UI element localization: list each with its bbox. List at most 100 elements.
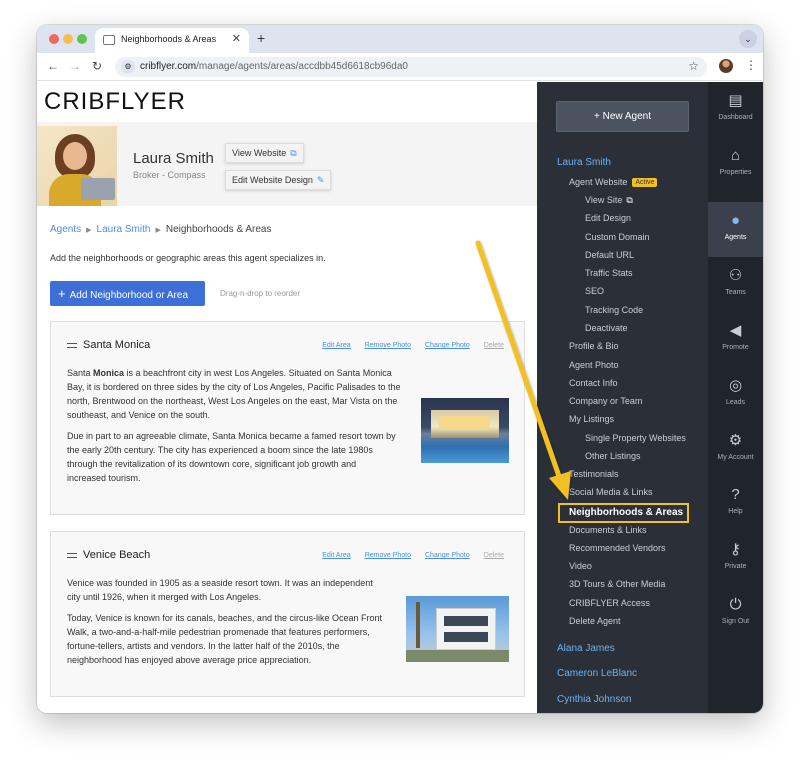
- breadcrumb-agents-link[interactable]: Agents: [50, 224, 81, 235]
- sidebar-item-company-team[interactable]: Company or Team: [569, 396, 642, 406]
- new-tab-button[interactable]: +: [257, 30, 265, 46]
- new-agent-button[interactable]: + New Agent: [556, 101, 689, 132]
- close-window-button[interactable]: [49, 34, 59, 44]
- browser-menu-icon[interactable]: ⋮: [745, 58, 757, 72]
- breadcrumb-agent-link[interactable]: Laura Smith: [97, 224, 151, 235]
- sidebar-item-single-property-websites[interactable]: Single Property Websites: [585, 433, 686, 443]
- sidebar-item-delete-agent[interactable]: Delete Agent: [569, 616, 621, 626]
- bookmark-star-icon[interactable]: ☆: [688, 59, 699, 73]
- sidebar-item-tracking-code[interactable]: Tracking Code: [585, 305, 643, 315]
- tab-title: Neighborhoods & Areas: [121, 34, 217, 44]
- sidebar-item-custom-domain[interactable]: Custom Domain: [585, 232, 650, 242]
- external-link-icon: ⧉: [626, 195, 633, 205]
- back-icon[interactable]: ←: [47, 59, 59, 73]
- active-badge: Active: [632, 178, 658, 187]
- area-card-venice-beach[interactable]: Venice Beach Edit Area Remove Photo Change…: [50, 531, 525, 697]
- change-photo-link[interactable]: Change Photo: [425, 342, 470, 349]
- main-content: CRIBFLYER Laura Smith Broker - Compass V…: [37, 82, 537, 713]
- rail-dashboard[interactable]: ▤ Dashboard: [708, 82, 763, 137]
- drag-handle-icon[interactable]: [67, 553, 77, 558]
- tab-search-button[interactable]: ⌄: [739, 30, 757, 48]
- sidebar-item-other-listings[interactable]: Other Listings: [585, 451, 641, 461]
- area-description: Santa Monica is a beachfront city in wes…: [67, 368, 401, 483]
- site-info-icon[interactable]: ⚙: [121, 60, 135, 74]
- address-bar: ← → ↻ ⚙ cribflyer.com/manage/agents/area…: [37, 53, 763, 81]
- sidebar-item-default-url[interactable]: Default URL: [585, 250, 634, 260]
- agent-name: Laura Smith: [133, 150, 214, 167]
- icon-rail: ▤ Dashboard ⌂ Properties ● Agents ⚇ Teams ◀ P…: [708, 82, 763, 713]
- sidebar-item-social-media[interactable]: Social Media & Links: [569, 487, 653, 497]
- edit-area-link[interactable]: Edit Area: [322, 552, 350, 559]
- properties-icon: ⌂: [730, 147, 741, 164]
- target-icon: ◎: [728, 377, 743, 394]
- sidebar-item-testimonials[interactable]: Testimonials: [569, 469, 619, 479]
- sidebar-agent-alana-james[interactable]: Alana James: [557, 643, 615, 654]
- sidebar-item-3d-tours[interactable]: 3D Tours & Other Media: [569, 579, 665, 589]
- forward-icon[interactable]: →: [69, 59, 81, 73]
- sidebar-item-contact-info[interactable]: Contact Info: [569, 378, 618, 388]
- sidebar-item-seo[interactable]: SEO: [585, 286, 604, 296]
- rail-help[interactable]: ? Help: [708, 476, 763, 531]
- delete-area-link[interactable]: Delete: [484, 552, 504, 559]
- sidebar-item-recommended-vendors[interactable]: Recommended Vendors: [569, 543, 666, 553]
- rail-sign-out[interactable]: ⏻ Sign Out: [708, 586, 763, 641]
- add-neighborhood-button[interactable]: + Add Neighborhood or Area: [50, 281, 205, 306]
- rail-promote[interactable]: ◀ Promote: [708, 312, 763, 367]
- remove-photo-link[interactable]: Remove Photo: [365, 552, 411, 559]
- profile-avatar[interactable]: [719, 59, 733, 73]
- edit-area-link[interactable]: Edit Area: [322, 342, 350, 349]
- url-text: cribflyer.com/manage/agents/areas/accdbb…: [140, 61, 408, 72]
- sidebar-item-deactivate[interactable]: Deactivate: [585, 323, 628, 333]
- breadcrumb-separator-icon: ▶: [86, 227, 92, 234]
- maximize-window-button[interactable]: [77, 34, 87, 44]
- delete-area-link[interactable]: Delete: [484, 342, 504, 349]
- sidebar-item-view-site[interactable]: View Site ⧉: [585, 195, 633, 206]
- rail-leads[interactable]: ◎ Leads: [708, 367, 763, 422]
- rail-teams[interactable]: ⚇ Teams: [708, 257, 763, 312]
- rail-properties[interactable]: ⌂ Properties: [708, 137, 763, 192]
- sidebar-item-cribflyer-access[interactable]: CRIBFLYER Access: [569, 598, 650, 608]
- teams-icon: ⚇: [728, 267, 743, 284]
- agent-header: Laura Smith Broker - Compass View Websit…: [37, 122, 537, 206]
- remove-photo-link[interactable]: Remove Photo: [365, 342, 411, 349]
- rail-agents[interactable]: ● Agents: [708, 202, 763, 257]
- rail-my-account[interactable]: ⚙ My Account: [708, 422, 763, 477]
- sidebar-item-edit-design[interactable]: Edit Design: [585, 213, 631, 223]
- page: CRIBFLYER Laura Smith Broker - Compass V…: [37, 82, 763, 713]
- sidebar-item-my-listings[interactable]: My Listings: [569, 414, 614, 424]
- breadcrumb: Agents ▶ Laura Smith ▶ Neighborhoods & Areas: [50, 224, 271, 235]
- sidebar-item-documents-links[interactable]: Documents & Links: [569, 525, 647, 535]
- browser-tab[interactable]: Neighborhoods & Areas ✕: [95, 28, 249, 53]
- tab-close-icon[interactable]: ✕: [232, 32, 241, 45]
- browser-window: Neighborhoods & Areas ✕ + ⌄ ← → ↻ ⚙ crib…: [37, 25, 763, 713]
- plus-icon: +: [58, 286, 66, 301]
- view-website-button[interactable]: View Website ⧉: [225, 143, 304, 163]
- sidebar-item-agent-photo[interactable]: Agent Photo: [569, 360, 619, 370]
- drag-handle-icon[interactable]: [67, 343, 77, 348]
- sidebar-item-neighborhoods-areas[interactable]: Neighborhoods & Areas: [558, 503, 689, 523]
- sidebar-agent-cynthia-johnson[interactable]: Cynthia Johnson: [557, 694, 632, 705]
- cribflyer-logo[interactable]: CRIBFLYER: [44, 88, 186, 116]
- edit-website-design-button[interactable]: Edit Website Design ✎: [225, 170, 332, 190]
- sidebar-item-video[interactable]: Video: [569, 561, 592, 571]
- rail-private[interactable]: ⚷ Private: [708, 531, 763, 586]
- key-icon: ⚷: [730, 541, 741, 558]
- area-card-santa-monica[interactable]: Santa Monica Edit Area Remove Photo Change…: [50, 321, 525, 515]
- sidebar-item-profile-bio[interactable]: Profile & Bio: [569, 341, 619, 351]
- intro-text: Add the neighborhoods or geographic area…: [50, 253, 326, 263]
- reload-icon[interactable]: ↻: [92, 59, 102, 73]
- url-field[interactable]: ⚙ cribflyer.com/manage/agents/areas/accd…: [115, 57, 707, 77]
- change-photo-link[interactable]: Change Photo: [425, 552, 470, 559]
- drag-hint: Drag-n-drop to reorder: [220, 289, 301, 298]
- favicon-icon: [103, 35, 115, 45]
- minimize-window-button[interactable]: [63, 34, 73, 44]
- gear-icon: ⚙: [728, 432, 743, 449]
- sidebar-item-agent-website[interactable]: Agent Website Active: [569, 177, 658, 187]
- sidebar-agent-cameron-leblanc[interactable]: Cameron LeBlanc: [557, 668, 637, 679]
- area-photo: [406, 596, 509, 662]
- sidebar-item-traffic-stats[interactable]: Traffic Stats: [585, 268, 633, 278]
- external-link-icon: ⧉: [290, 148, 297, 158]
- area-actions: Edit Area Remove Photo Change Photo Delete: [308, 342, 504, 349]
- megaphone-icon: ◀: [729, 322, 742, 339]
- sidebar-agent-laura-smith[interactable]: Laura Smith: [557, 157, 611, 168]
